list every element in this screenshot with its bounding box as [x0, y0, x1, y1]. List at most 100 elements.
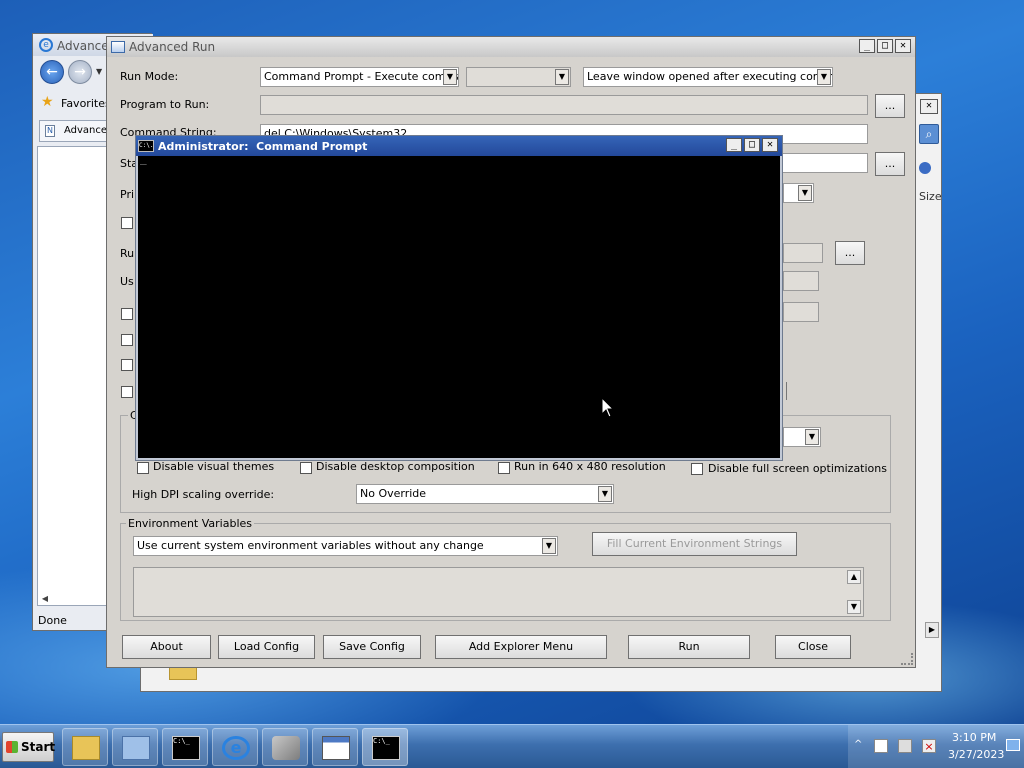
- cmd-titlebar[interactable]: C:\. Administrator: Command Prompt: [136, 136, 782, 156]
- volume-muted-icon[interactable]: ×: [922, 739, 936, 753]
- explorer-search-icon[interactable]: ⌕: [919, 124, 939, 144]
- back-icon[interactable]: ←: [40, 60, 64, 84]
- run-mode-select[interactable]: Command Prompt - Execute command ▼: [260, 67, 459, 87]
- disable-desktop-composition-label: Disable desktop composition: [316, 460, 475, 473]
- about-button[interactable]: About: [122, 635, 211, 659]
- environment-strings-textarea[interactable]: ▲ ▼: [133, 567, 864, 617]
- page-icon: N: [45, 125, 55, 137]
- taskbar-cmd-button[interactable]: C:\_: [162, 728, 208, 766]
- option-checkbox[interactable]: [121, 386, 133, 398]
- program-to-run-field[interactable]: [260, 95, 868, 115]
- advanced-run-titlebar[interactable]: Advanced Run: [107, 37, 915, 57]
- explorer-help-icon[interactable]: [919, 162, 931, 174]
- start-button[interactable]: Start: [2, 732, 56, 762]
- password-field[interactable]: [783, 302, 819, 322]
- action-center-icon[interactable]: [874, 739, 888, 753]
- browse-run-as-button[interactable]: ...: [835, 241, 865, 265]
- chevron-down-icon: ▼: [443, 69, 457, 85]
- browse-program-button[interactable]: ...: [875, 94, 905, 118]
- disable-fullscreen-label: Disable full screen optimizations: [708, 462, 887, 475]
- chevron-down-icon: ▼: [598, 486, 612, 502]
- run-as-field[interactable]: [783, 243, 823, 263]
- network-icon[interactable]: [898, 739, 912, 753]
- user-field[interactable]: [783, 271, 819, 291]
- window-title: Advanced Run: [129, 40, 216, 54]
- run-640-label: Run in 640 x 480 resolution: [514, 460, 666, 473]
- favorites-star-icon: ★: [41, 94, 54, 110]
- favorites-label[interactable]: Favorites: [61, 97, 111, 110]
- clock-date[interactable]: 3/27/2023: [948, 748, 1004, 761]
- windows-logo-icon: [6, 741, 18, 753]
- browse-directory-button[interactable]: ...: [875, 152, 905, 176]
- taskbar-tools-button[interactable]: [262, 728, 308, 766]
- maximize-button[interactable]: □: [877, 39, 893, 53]
- window-option-select[interactable]: Leave window opened after executing comm…: [583, 67, 833, 87]
- close-dialog-button[interactable]: Close: [775, 635, 851, 659]
- option-checkbox[interactable]: [121, 334, 133, 346]
- taskbar-advanced-run-button[interactable]: [312, 728, 358, 766]
- priority-select[interactable]: ▼: [783, 183, 814, 203]
- dropdown-icon[interactable]: ▼: [96, 67, 102, 76]
- scroll-up-icon[interactable]: ▲: [847, 570, 861, 584]
- chevron-down-icon: ▼: [798, 185, 812, 201]
- run-button[interactable]: Run: [628, 635, 750, 659]
- run-mode-secondary-select[interactable]: ▼: [466, 67, 571, 87]
- taskbar-cmd-active-button[interactable]: C:\_: [362, 728, 408, 766]
- taskbar: Start C:\_ e C:\_ ^ × 3:10 PM 3/27/2023: [0, 724, 1024, 768]
- tools-icon: [272, 736, 300, 760]
- taskbar-ie-button[interactable]: e: [212, 728, 258, 766]
- console-cursor: _: [140, 152, 147, 165]
- high-dpi-value: No Override: [360, 487, 427, 500]
- chevron-down-icon: ▼: [555, 69, 569, 85]
- environment-select[interactable]: Use current system environment variables…: [133, 536, 558, 556]
- taskbar-explorer-button[interactable]: [62, 728, 108, 766]
- option-checkbox[interactable]: [121, 308, 133, 320]
- show-desktop-button[interactable]: [1006, 739, 1020, 751]
- start-label: Start: [21, 740, 56, 754]
- cmd-minimize-button[interactable]: _: [726, 138, 742, 152]
- close-button[interactable]: ✕: [895, 39, 911, 53]
- taskbar-control-panel-button[interactable]: [112, 728, 158, 766]
- save-config-button[interactable]: Save Config: [323, 635, 421, 659]
- disable-fullscreen-checkbox[interactable]: [691, 463, 703, 475]
- option-checkbox[interactable]: [783, 382, 787, 400]
- high-dpi-label: High DPI scaling override:: [132, 488, 275, 501]
- cmd-window: C:\. Administrator: Command Prompt _ □ ✕…: [135, 135, 783, 461]
- disable-desktop-composition-checkbox[interactable]: [300, 462, 312, 474]
- high-dpi-select[interactable]: No Override ▼: [356, 484, 614, 504]
- column-header-size[interactable]: Size: [919, 190, 942, 203]
- option-checkbox[interactable]: [121, 217, 133, 229]
- explorer-scroll-right[interactable]: ▶: [925, 622, 939, 638]
- run-mode-label: Run Mode:: [120, 70, 179, 83]
- minimize-button[interactable]: _: [859, 39, 875, 53]
- cmd-icon: C:\_: [172, 736, 200, 760]
- compatibility-mode-select[interactable]: ▼: [783, 427, 821, 447]
- run-as-label: Ru: [120, 247, 135, 260]
- chevron-down-icon: ▼: [817, 69, 831, 85]
- disable-visual-themes-checkbox[interactable]: [137, 462, 149, 474]
- load-config-button[interactable]: Load Config: [218, 635, 315, 659]
- cmd-close-button[interactable]: ✕: [762, 138, 778, 152]
- ie-window-title: Advance: [57, 39, 109, 53]
- window-option-value: Leave window opened after executing comm…: [587, 70, 833, 83]
- explorer-close-button[interactable]: ✕: [920, 99, 938, 114]
- console-area[interactable]: _: [138, 152, 780, 458]
- scroll-down-icon[interactable]: ▼: [847, 600, 861, 614]
- forward-icon[interactable]: →: [68, 60, 92, 84]
- notification-area: ^ × 3:10 PM 3/27/2023: [848, 725, 1024, 768]
- chevron-down-icon: ▼: [542, 538, 556, 554]
- cmd-maximize-button[interactable]: □: [744, 138, 760, 152]
- ie-icon: e: [222, 736, 250, 760]
- ie-scroll-left[interactable]: ◀: [38, 592, 52, 606]
- clock-time[interactable]: 3:10 PM: [952, 731, 996, 744]
- ie-status-text: Done: [38, 614, 67, 627]
- resize-grip[interactable]: [901, 653, 913, 665]
- window-icon: [322, 736, 350, 760]
- run-640-checkbox[interactable]: [498, 462, 510, 474]
- show-hidden-icons-icon[interactable]: ^: [854, 739, 862, 750]
- add-explorer-menu-button[interactable]: Add Explorer Menu: [435, 635, 607, 659]
- program-to-run-label: Program to Run:: [120, 98, 210, 111]
- option-checkbox[interactable]: [121, 359, 133, 371]
- cmd-title: Administrator: Command Prompt: [158, 139, 368, 153]
- fill-environment-button[interactable]: Fill Current Environment Strings: [592, 532, 797, 556]
